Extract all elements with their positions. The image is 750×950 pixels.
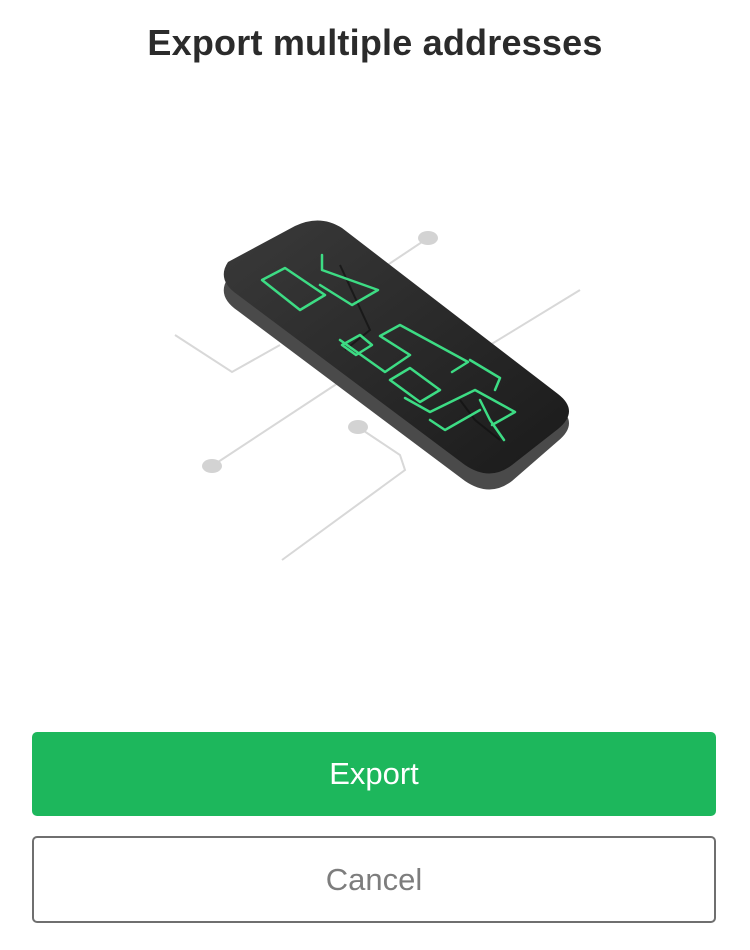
hardware-wallet-icon bbox=[174, 220, 581, 561]
page-title: Export multiple addresses bbox=[147, 22, 603, 63]
cancel-button[interactable]: Cancel bbox=[32, 836, 716, 923]
export-button[interactable]: Export bbox=[32, 732, 716, 816]
